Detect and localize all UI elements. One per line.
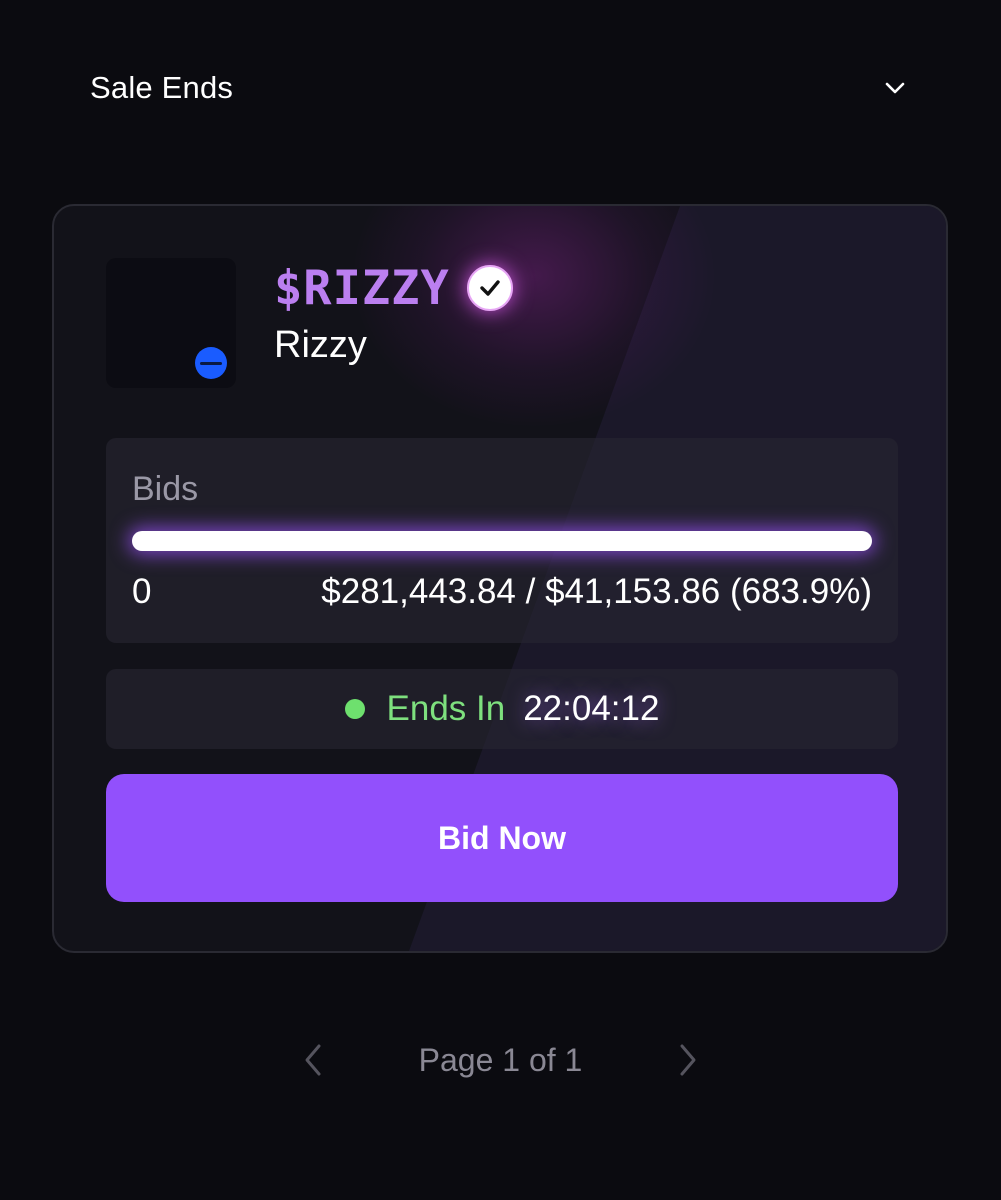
chevron-down-icon[interactable] — [884, 77, 906, 99]
sort-dropdown[interactable]: Sale Ends — [90, 62, 920, 114]
token-symbol[interactable]: $RIZZY — [274, 265, 450, 312]
timer-panel: Ends In 22:04:12 — [106, 669, 898, 749]
bids-count: 0 — [132, 572, 152, 611]
token-name: Rizzy — [274, 324, 367, 366]
chain-badge-icon — [195, 347, 227, 379]
chevron-right-icon[interactable] — [668, 1040, 708, 1080]
live-status-dot — [344, 699, 365, 719]
auction-card: $RIZZY Rizzy Bids 0 $281,443.84 / $41,15… — [52, 204, 948, 953]
verified-badge-icon — [466, 264, 514, 312]
bids-amount: $281,443.84 / $41,153.86 (683.9%) — [321, 572, 872, 611]
bid-now-button[interactable]: Bid Now — [106, 774, 898, 902]
page: Sale Ends $RIZZY Rizzy Bids 0 $281,443.8… — [0, 0, 1001, 1200]
pagination: Page 1 of 1 — [0, 1030, 1001, 1090]
bids-progress-fill — [132, 531, 872, 551]
sort-label: Sale Ends — [90, 70, 234, 105]
bids-label: Bids — [132, 470, 199, 508]
ends-in-label: Ends In — [386, 689, 506, 728]
bids-panel: Bids 0 $281,443.84 / $41,153.86 (683.9%) — [106, 438, 898, 643]
countdown-time: 22:04:12 — [523, 689, 660, 728]
page-indicator: Page 1 of 1 — [418, 1041, 583, 1078]
bids-progress-bar — [132, 531, 872, 551]
chevron-left-icon[interactable] — [293, 1040, 333, 1080]
token-symbol-row: $RIZZY — [274, 264, 514, 312]
